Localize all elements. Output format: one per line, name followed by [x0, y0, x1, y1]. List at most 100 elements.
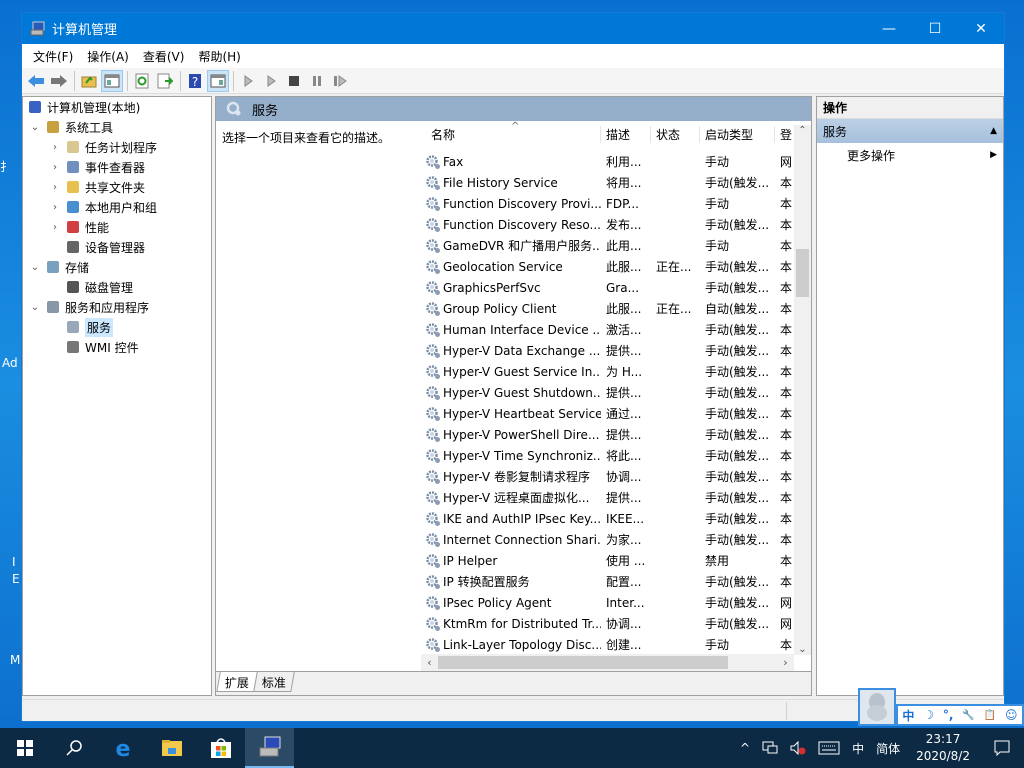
edge-button[interactable]: e [98, 728, 147, 768]
back-button[interactable] [25, 70, 47, 92]
forward-button[interactable] [48, 70, 70, 92]
menu-file[interactable]: 文件(F) [26, 48, 80, 65]
horizontal-scroll-thumb[interactable] [438, 656, 728, 669]
pause-service-button[interactable] [306, 70, 328, 92]
service-row[interactable]: Hyper-V Time Synchroniz... 将此... 手动(触发... 本 [421, 445, 793, 466]
column-header-startup-type[interactable]: 启动类型 [700, 126, 775, 143]
tree-item[interactable]: 设备管理器 [23, 237, 211, 257]
service-row[interactable]: Hyper-V PowerShell Dire... 提供... 手动(触发... 本 [421, 424, 793, 445]
service-row[interactable]: Human Interface Device ... 激活... 手动(触发... 本 [421, 319, 793, 340]
input-language[interactable]: 中 [846, 740, 870, 757]
start-service-alt-button[interactable] [260, 70, 282, 92]
network-icon[interactable] [756, 741, 784, 755]
tree-item[interactable]: › 事件查看器 [23, 157, 211, 177]
show-hidden-icons-button[interactable]: ^ [734, 741, 756, 755]
refresh-button[interactable] [131, 70, 153, 92]
column-header-logon[interactable]: 登 [775, 126, 793, 143]
tree-item[interactable]: › 本地用户和组 [23, 197, 211, 217]
service-row[interactable]: Link-Layer Topology Disc... 创建... 手动 本 [421, 634, 793, 655]
service-row[interactable]: Hyper-V Guest Service In... 为 H... 手动(触发..… [421, 361, 793, 382]
scroll-down-arrow[interactable]: ⌄ [794, 644, 811, 655]
touch-keyboard-icon[interactable] [812, 741, 846, 755]
collapse-chevron-icon[interactable]: › [49, 142, 61, 153]
up-button[interactable] [78, 70, 100, 92]
show-hide-action-pane-button[interactable] [207, 69, 229, 92]
service-row[interactable]: IPsec Policy Agent Inter... 手动(触发... 网 [421, 592, 793, 613]
wrench-icon[interactable]: 🔧 [962, 710, 974, 721]
tree-item[interactable]: › 任务计划程序 [23, 137, 211, 157]
menu-help[interactable]: 帮助(H) [191, 48, 247, 65]
store-button[interactable] [196, 728, 245, 768]
ime-mode[interactable]: 简体 [870, 740, 906, 757]
menu-action[interactable]: 操作(A) [80, 48, 136, 65]
vertical-scroll-thumb[interactable] [796, 249, 809, 297]
expand-chevron-icon[interactable]: ⌄ [29, 262, 41, 273]
collapse-chevron-icon[interactable]: › [49, 162, 61, 173]
start-service-button[interactable] [237, 70, 259, 92]
computer-management-taskbar-button[interactable] [245, 728, 294, 768]
tree-item[interactable]: WMI 控件 [23, 337, 211, 357]
service-row[interactable]: GameDVR 和广播用户服务... 此用... 手动 本 [421, 235, 793, 256]
expand-chevron-icon[interactable]: ⌄ [29, 302, 41, 313]
file-explorer-button[interactable] [147, 728, 196, 768]
tree-item[interactable]: ⌄ 服务和应用程序 [23, 297, 211, 317]
stop-service-button[interactable] [283, 70, 305, 92]
service-row[interactable]: Hyper-V Data Exchange ... 提供... 手动(触发... 本 [421, 340, 793, 361]
service-row[interactable]: File History Service 将用... 手动(触发... 本 [421, 172, 793, 193]
punctuation-icon[interactable]: °, [943, 708, 954, 722]
restart-service-button[interactable] [329, 70, 351, 92]
help-button[interactable]: ? [184, 70, 206, 92]
column-header-description[interactable]: 描述 [601, 126, 651, 143]
scroll-right-arrow[interactable]: › [777, 654, 794, 671]
minimize-button[interactable]: — [866, 13, 912, 44]
ime-chinese-mode[interactable]: 中 [902, 707, 914, 724]
tree-item[interactable]: 磁盘管理 [23, 277, 211, 297]
service-row[interactable]: Hyper-V 卷影复制请求程序 协调... 手动(触发... 本 [421, 466, 793, 487]
clock[interactable]: 23:17 2020/8/2 [906, 731, 980, 765]
menu-view[interactable]: 查看(V) [136, 48, 192, 65]
scroll-left-arrow[interactable]: ‹ [421, 654, 438, 671]
tree-item[interactable]: › 共享文件夹 [23, 177, 211, 197]
actions-section-services[interactable]: 服务 ▲ [817, 119, 1003, 143]
volume-muted-icon[interactable] [784, 741, 812, 755]
service-row[interactable]: Fax 利用... 手动 网 [421, 151, 793, 172]
service-row[interactable]: KtmRm for Distributed Tr... 协调... 手动(触发...… [421, 613, 793, 634]
service-row[interactable]: Hyper-V 远程桌面虚拟化... 提供... 手动(触发... 本 [421, 487, 793, 508]
service-row[interactable]: Group Policy Client 此服... 正在... 自动(触发... 本 [421, 298, 793, 319]
clipboard-icon[interactable]: 📋 [984, 710, 996, 721]
title-bar[interactable]: 计算机管理 — ☐ ✕ [22, 13, 1004, 44]
collapse-chevron-icon[interactable]: › [49, 182, 61, 193]
tree-item[interactable]: 服务 [23, 317, 211, 337]
moon-icon[interactable]: ☽ [923, 708, 934, 722]
service-row[interactable]: Function Discovery Reso... 发布... 手动(触发... 本 [421, 214, 793, 235]
service-row[interactable]: Hyper-V Guest Shutdown... 提供... 手动(触发... 本 [421, 382, 793, 403]
service-row[interactable]: GraphicsPerfSvc Gra... 手动(触发... 本 [421, 277, 793, 298]
vertical-scrollbar[interactable]: ⌃ ⌄ [794, 125, 811, 655]
service-row[interactable]: IKE and AuthIP IPsec Key... IKEE... 手动(触发.… [421, 508, 793, 529]
start-button[interactable] [0, 728, 49, 768]
qq-avatar[interactable] [858, 688, 896, 726]
export-list-button[interactable] [154, 70, 176, 92]
service-row[interactable]: IP 转换配置服务 配置... 手动(触发... 本 [421, 571, 793, 592]
collapse-chevron-icon[interactable]: › [49, 202, 61, 213]
tab-extended[interactable]: 扩展 [216, 672, 258, 692]
maximize-button[interactable]: ☐ [912, 13, 958, 44]
tree-item[interactable]: ⌄ 存储 [23, 257, 211, 277]
tree-item[interactable]: › 性能 [23, 217, 211, 237]
service-row[interactable]: Hyper-V Heartbeat Service 通过... 手动(触发... 本 [421, 403, 793, 424]
collapse-chevron-icon[interactable]: › [49, 222, 61, 233]
tree-item[interactable]: 计算机管理(本地) [23, 97, 211, 117]
service-row[interactable]: Geolocation Service 此服... 正在... 手动(触发... 本 [421, 256, 793, 277]
action-center-button[interactable] [980, 740, 1024, 756]
tab-standard[interactable]: 标准 [253, 672, 295, 692]
search-button[interactable] [49, 728, 98, 768]
close-button[interactable]: ✕ [958, 13, 1004, 44]
expand-chevron-icon[interactable]: ⌄ [29, 122, 41, 133]
tree-item[interactable]: ⌄ 系统工具 [23, 117, 211, 137]
service-row[interactable]: Internet Connection Shari... 为家... 手动(触发..… [421, 529, 793, 550]
horizontal-scrollbar[interactable]: ‹ › [421, 654, 794, 671]
more-actions-item[interactable]: 更多操作 ▶ [817, 143, 1003, 167]
service-row[interactable]: Function Discovery Provi... FDP... 手动 本 [421, 193, 793, 214]
show-hide-tree-button[interactable] [101, 69, 123, 92]
service-row[interactable]: IP Helper 使用 ... 禁用 本 [421, 550, 793, 571]
